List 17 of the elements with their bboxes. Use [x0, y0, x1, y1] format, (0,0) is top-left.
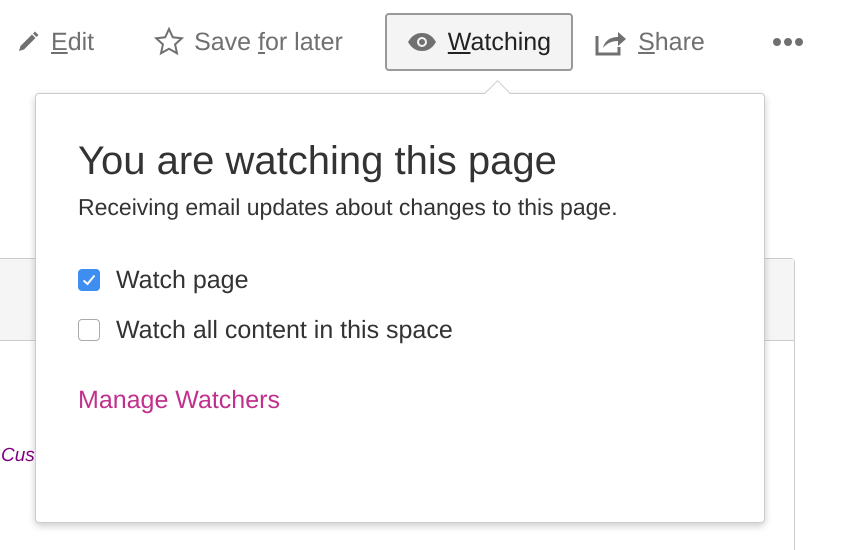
toolbar-button[interactable]: Save for later	[150, 13, 365, 71]
eye-icon	[406, 32, 437, 52]
checkbox[interactable]	[78, 269, 100, 291]
popover-title: You are watching this page	[78, 138, 558, 185]
pencil-icon	[16, 30, 40, 54]
manage-watchers-link[interactable]: Manage Watchers	[78, 386, 280, 415]
checkbox-label: Watch page	[116, 266, 248, 294]
checkbox[interactable]	[78, 319, 100, 341]
check-icon	[82, 274, 96, 286]
checkbox-label: Watch all content in this space	[116, 316, 453, 344]
toolbar-button[interactable]: Share	[591, 13, 727, 71]
star-icon	[154, 27, 184, 57]
popover-description: Receiving email updates about changes to this page.	[78, 193, 619, 222]
toolbar-button[interactable]: Watching	[384, 13, 574, 71]
more-icon	[772, 37, 804, 47]
toolbar-button[interactable]: Edit	[12, 13, 116, 71]
link-text[interactable]: Cus	[1, 445, 35, 466]
